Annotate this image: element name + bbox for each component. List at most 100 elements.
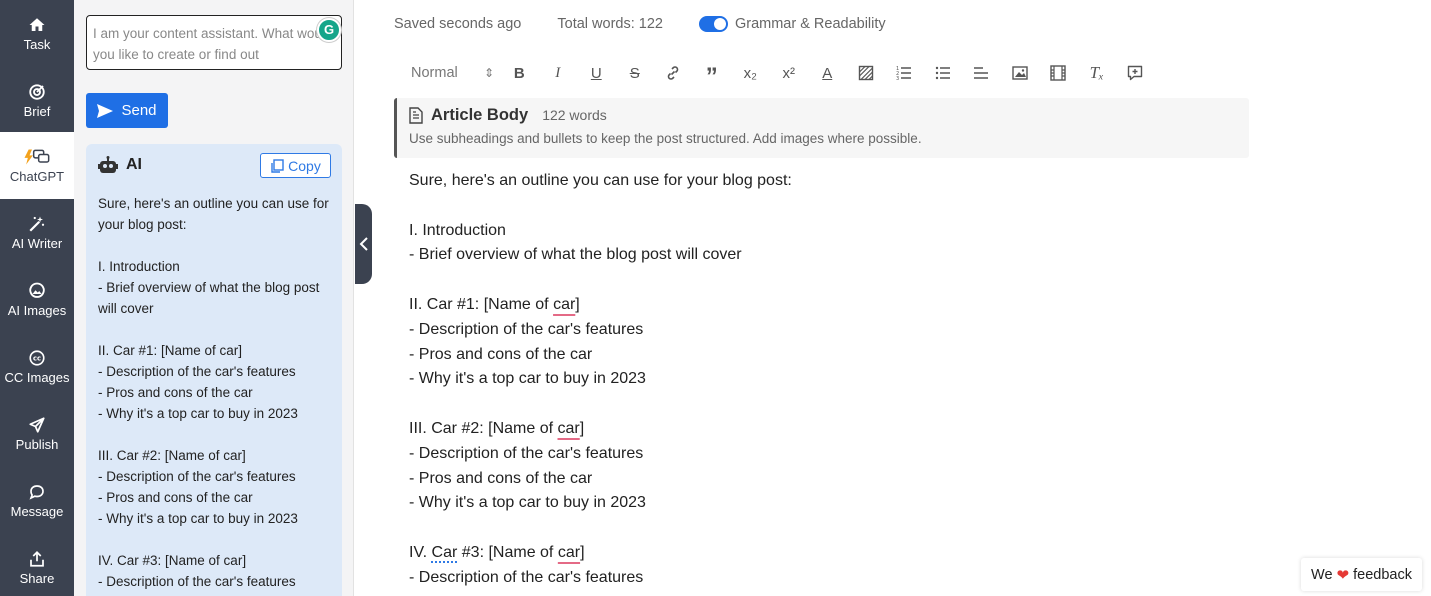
collapse-panel-button[interactable] — [355, 204, 372, 284]
background-color-button[interactable] — [847, 60, 886, 86]
document-icon — [409, 106, 423, 124]
ai-response-text: Sure, here's an outline you can use for … — [98, 193, 330, 592]
send-label: Send — [121, 102, 157, 119]
chat-input[interactable]: I am your content assistant. What would … — [86, 15, 342, 70]
nav-item-label: AI Writer — [11, 235, 63, 251]
link-button[interactable] — [654, 60, 693, 86]
nav-item-brief[interactable]: Brief — [0, 67, 74, 134]
ordered-list-button[interactable]: 123 — [885, 60, 924, 86]
ai-line: - Description of the car's features — [98, 469, 296, 484]
nav-item-ai-images[interactable]: AI Images — [0, 266, 74, 333]
ai-line: IV. Car #3: [Name of car] — [98, 553, 247, 568]
home-icon — [29, 17, 45, 31]
subscript-button[interactable]: x₂ — [731, 60, 770, 86]
strike-icon: S — [629, 64, 640, 82]
nav-item-task[interactable]: Task — [0, 0, 74, 67]
line-text: ] — [580, 543, 585, 561]
feedback-pre: We — [1311, 566, 1333, 583]
line-text: III. Car #2: [Name of — [409, 419, 558, 437]
format-value: Normal — [411, 65, 458, 81]
robot-icon — [98, 156, 118, 173]
superscript-button[interactable]: x² — [770, 60, 809, 86]
ai-line: Sure, here's an outline you can use for … — [98, 196, 329, 232]
editor-toolbar: Normal ⇕ B I U S ” x₂ x² A 123 Tₓ — [405, 60, 1155, 90]
nav-item-ai-writer[interactable]: AI Writer — [0, 199, 74, 266]
editor-blank-line — [409, 516, 1249, 541]
strike-button[interactable]: S — [616, 60, 655, 86]
article-hint: Use subheadings and bullets to keep the … — [409, 131, 922, 146]
app-root: Task Brief ChatGPT AI Writer AI Images c… — [0, 0, 1431, 596]
bold-button[interactable]: B — [500, 60, 539, 86]
spelling-mark[interactable]: car — [558, 544, 580, 561]
chat-panel: I am your content assistant. What would … — [74, 0, 354, 596]
editor-line: - Why it's a top car to buy in 2023 — [409, 370, 646, 388]
ai-line — [98, 424, 330, 445]
insert-video-button[interactable] — [1039, 60, 1078, 86]
clear-format-button[interactable]: Tₓ — [1078, 60, 1117, 86]
grammar-mark[interactable]: Car — [432, 544, 458, 561]
editor-content[interactable]: Sure, here's an outline you can use for … — [409, 169, 1249, 591]
copy-icon — [271, 158, 284, 173]
editor-line: I. Introduction — [409, 221, 506, 239]
underline-button[interactable]: U — [577, 60, 616, 86]
text-color-icon: A — [822, 64, 833, 82]
nav-item-label: Task — [23, 36, 51, 52]
nav-item-chatgpt[interactable]: ChatGPT — [0, 132, 74, 199]
grammarly-icon[interactable] — [317, 18, 341, 42]
nav-item-label: AI Images — [7, 302, 67, 318]
saved-status: Saved seconds ago — [394, 16, 522, 32]
nav-item-label: Share — [19, 570, 55, 586]
message-icon — [29, 484, 44, 500]
select-arrow-icon: ⇕ — [483, 66, 494, 80]
line-text: II. Car #1: [Name of — [409, 295, 554, 313]
bullet-list-button[interactable] — [924, 60, 963, 86]
chat-bolt-icon — [24, 149, 50, 164]
nav-item-cc-images[interactable]: cc CC Images — [0, 333, 74, 400]
editor-blank-line — [409, 268, 1249, 293]
nav-item-share[interactable]: Share — [0, 534, 74, 596]
feedback-button[interactable]: We ❤ feedback — [1301, 558, 1422, 591]
grammar-toggle[interactable] — [698, 16, 728, 32]
left-nav: Task Brief ChatGPT AI Writer AI Images c… — [0, 0, 74, 596]
ai-line — [98, 235, 330, 256]
article-word-count: 122 words — [542, 107, 607, 123]
nav-item-message[interactable]: Message — [0, 467, 74, 534]
text-color-button[interactable]: A — [808, 60, 847, 86]
ai-line: - Pros and cons of the car — [98, 385, 253, 400]
spelling-mark[interactable]: car — [558, 420, 580, 437]
add-comment-button[interactable] — [1116, 60, 1155, 86]
link-icon — [667, 66, 679, 80]
nav-item-label: Message — [10, 503, 64, 519]
editor-line: - Why it's a top car to buy in 2023 — [409, 494, 646, 512]
format-select[interactable]: Normal ⇕ — [405, 60, 500, 86]
background-color-icon — [858, 65, 873, 81]
svg-text:3: 3 — [896, 76, 899, 81]
nav-item-publish[interactable]: Publish — [0, 400, 74, 467]
align-button[interactable] — [962, 60, 1001, 86]
insert-image-button[interactable] — [1001, 60, 1040, 86]
article-body-header: Article Body 122 words Use subheadings a… — [394, 98, 1249, 158]
spelling-mark[interactable]: car — [553, 296, 575, 313]
send-icon — [97, 103, 114, 118]
bold-icon: B — [513, 64, 525, 82]
svg-text:cc: cc — [33, 354, 41, 362]
ai-line: - Pros and cons of the car — [98, 490, 253, 505]
italic-button[interactable]: I — [539, 60, 578, 86]
send-button[interactable]: Send — [86, 93, 168, 128]
cc-icon: cc — [29, 349, 45, 366]
editor-line: - Pros and cons of the car — [409, 469, 593, 487]
chevron-left-icon — [359, 237, 368, 251]
ai-response-card: AI Copy Sure, here's an outline you can … — [86, 144, 342, 596]
copy-button[interactable]: Copy — [260, 153, 331, 178]
editor-line: - Pros and cons of the car — [409, 345, 593, 363]
line-text: ] — [575, 295, 580, 313]
editor-line: Sure, here's an outline you can use for … — [409, 172, 792, 189]
quote-button[interactable]: ” — [693, 60, 732, 90]
ai-line: II. Car #1: [Name of car] — [98, 343, 243, 358]
feedback-post: feedback — [1353, 566, 1412, 583]
ai-line — [98, 529, 330, 550]
nav-item-label: CC Images — [4, 369, 70, 385]
magic-wand-icon — [29, 216, 45, 232]
quote-icon: ” — [705, 63, 718, 90]
target-icon — [29, 83, 45, 100]
